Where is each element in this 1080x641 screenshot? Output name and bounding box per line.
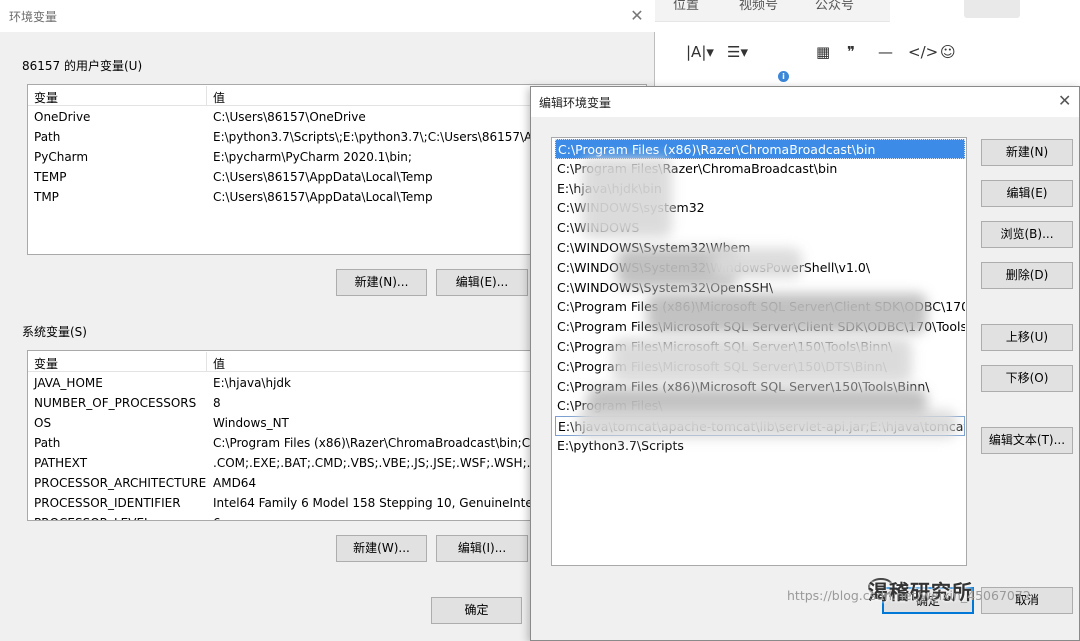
column-separator[interactable]: [206, 352, 207, 371]
edit-titlebar: 编辑环境变量 ✕: [531, 87, 1079, 117]
close-icon[interactable]: ✕: [1058, 91, 1071, 110]
tab-location[interactable]: 位置: [673, 0, 699, 13]
info-icon: i: [778, 71, 789, 82]
column-header-value[interactable]: 值: [213, 355, 225, 372]
system-new-button[interactable]: 新建(W)...: [336, 535, 427, 562]
variable-name-cell: PATHEXT: [34, 456, 88, 470]
path-new-button[interactable]: 新建(N): [981, 139, 1073, 166]
variable-value-cell: C:\Program Files (x86)\Razer\ChromaBroad…: [213, 436, 531, 450]
path-edit-button[interactable]: 编辑(E): [981, 180, 1073, 207]
system-variables-label: 系统变量(S): [22, 325, 87, 339]
user-variables-label: 86157 的用户变量(U): [22, 59, 143, 73]
mosaic-redaction: [612, 338, 912, 383]
variable-name-cell: PROCESSOR_IDENTIFIER: [34, 496, 181, 510]
divider-icon[interactable]: —: [878, 42, 893, 62]
font-size-icon[interactable]: |A|▾: [686, 42, 714, 62]
code-icon[interactable]: </>: [908, 42, 938, 62]
variable-name-cell: TEMP: [34, 170, 67, 184]
user-new-button[interactable]: 新建(N)...: [336, 269, 427, 296]
mosaic-redaction: [647, 293, 927, 333]
path-entries-list[interactable]: C:\Program Files (x86)\Razer\ChromaBroad…: [551, 137, 967, 566]
path-move-down-button[interactable]: 下移(O): [981, 365, 1073, 392]
variable-name-cell: TMP: [34, 190, 59, 204]
variable-value-cell: AMD64: [213, 476, 257, 490]
close-icon[interactable]: ✕: [626, 5, 648, 27]
quote-icon[interactable]: ❞: [847, 42, 855, 62]
variable-name-cell: PROCESSOR_LEVEL: [34, 516, 151, 520]
variable-name-cell: NUMBER_OF_PROCESSORS: [34, 396, 197, 410]
path-list-item[interactable]: C:\Program Files (x86)\Razer\ChromaBroad…: [555, 139, 965, 159]
env-ok-button[interactable]: 确定: [431, 597, 522, 624]
table-icon[interactable]: ▦: [816, 42, 830, 62]
env-titlebar: 环境变量 ✕: [0, 0, 655, 32]
column-header-variable[interactable]: 变量: [34, 89, 58, 106]
mosaic-redaction: [712, 248, 802, 278]
variable-value-cell: 6: [213, 516, 221, 520]
variable-value-cell: C:\Users\86157\AppData\Local\Temp: [213, 190, 433, 204]
variable-value-cell: C:\Users\86157\OneDrive: [213, 110, 366, 124]
user-edit-button[interactable]: 编辑(E)...: [436, 269, 528, 296]
path-list-item[interactable]: E:\python3.7\Scripts: [555, 436, 965, 456]
background-tab-strip: 位置 视频号 公众号: [655, 0, 890, 22]
env-dialog-title: 环境变量: [9, 10, 58, 24]
variable-value-cell: Intel64 Family 6 Model 158 Stepping 10, …: [213, 496, 533, 510]
variable-value-cell: Windows_NT: [213, 416, 289, 430]
variable-name-cell: OneDrive: [34, 110, 91, 124]
variable-name-cell: PROCESSOR_ARCHITECTURE: [34, 476, 207, 490]
tab-video[interactable]: 视频号: [739, 0, 778, 13]
variable-value-cell: .COM;.EXE;.BAT;.CMD;.VBS;.VBE;.JS;.JSE;.…: [213, 456, 541, 470]
list-icon[interactable]: ☰▾: [727, 42, 748, 62]
column-separator[interactable]: [206, 86, 207, 105]
system-edit-button[interactable]: 编辑(I)...: [436, 535, 528, 562]
variable-name-cell: PyCharm: [34, 150, 89, 164]
mosaic-redaction: [582, 158, 672, 238]
edit-dialog-title: 编辑环境变量: [539, 96, 612, 110]
edit-environment-variable-dialog: 编辑环境变量 ✕ C:\Program Files (x86)\Razer\Ch…: [530, 86, 1080, 641]
variable-name-cell: Path: [34, 130, 61, 144]
tab-official-account[interactable]: 公众号: [815, 0, 854, 13]
variable-value-cell: 8: [213, 396, 221, 410]
variable-value-cell: E:\python3.7\Scripts\;E:\python3.7\;C:\U…: [213, 130, 533, 144]
variable-name-cell: JAVA_HOME: [34, 376, 103, 390]
path-move-up-button[interactable]: 上移(U): [981, 324, 1073, 351]
variable-name-cell: OS: [34, 416, 52, 430]
path-delete-button[interactable]: 删除(D): [981, 262, 1073, 289]
background-export-button[interactable]: [964, 0, 1020, 18]
variable-value-cell: C:\Users\86157\AppData\Local\Temp: [213, 170, 433, 184]
path-edit-text-button[interactable]: 编辑文本(T)...: [981, 427, 1073, 454]
variable-value-cell: E:\hjava\hjdk: [213, 376, 291, 390]
column-header-value[interactable]: 值: [213, 89, 225, 106]
emoji-icon[interactable]: ☺: [940, 42, 956, 62]
column-header-variable[interactable]: 变量: [34, 355, 58, 372]
watermark-url: https://blog.csdn.net/weixin_45067072: [787, 588, 1031, 603]
variable-name-cell: Path: [34, 436, 61, 450]
path-browse-button[interactable]: 浏览(B)...: [981, 221, 1073, 248]
variable-value-cell: E:\pycharm\PyCharm 2020.1\bin;: [213, 150, 412, 164]
mosaic-redaction: [577, 410, 957, 438]
